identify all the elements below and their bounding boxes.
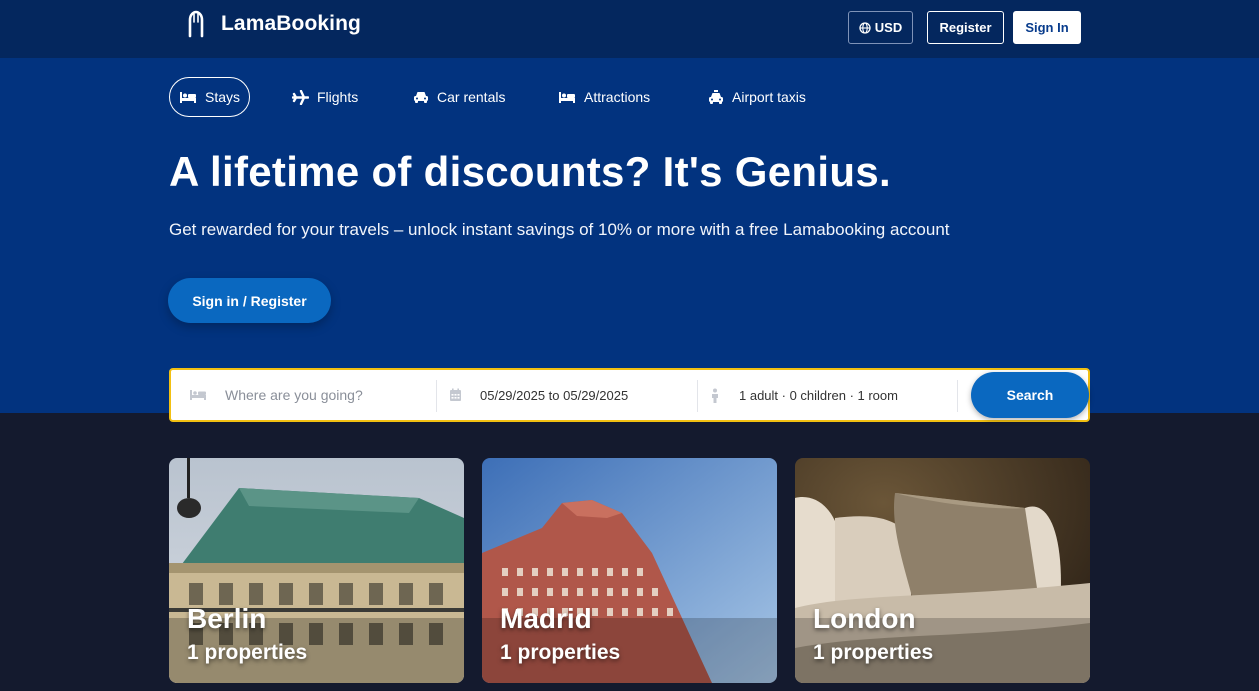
- occupancy-field[interactable]: 1 adult · 0 children · 1 room: [711, 379, 951, 411]
- hero-subtitle: Get rewarded for your travels – unlock i…: [169, 220, 950, 239]
- nav-item-car-rentals[interactable]: Car rentals: [413, 77, 505, 117]
- city-properties-count: 1 properties: [500, 641, 621, 664]
- nav-item-label: Airport taxis: [732, 89, 806, 105]
- bed-icon: [189, 389, 207, 401]
- city-name: London: [813, 603, 916, 634]
- city-name: Berlin: [187, 603, 267, 634]
- calendar-icon: [449, 388, 462, 402]
- city-card-berlin[interactable]: Berlin 1 properties: [169, 458, 464, 683]
- bed-icon: [558, 91, 576, 104]
- city-name: Madrid: [500, 603, 592, 634]
- nav-item-airport-taxis[interactable]: Airport taxis: [708, 77, 806, 117]
- search-bar: 05/29/2025 to 05/29/2025 1 adult · 0 chi…: [169, 368, 1090, 422]
- lama-logo-icon: [188, 10, 204, 38]
- bed-icon: [179, 91, 197, 104]
- globe-icon: [859, 21, 871, 34]
- nav-item-flights[interactable]: Flights: [292, 77, 358, 117]
- date-range-field[interactable]: 05/29/2025 to 05/29/2025: [449, 379, 689, 411]
- currency-label: USD: [874, 20, 903, 35]
- hero-title: A lifetime of discounts? It's Genius.: [169, 148, 891, 195]
- taxi-icon: [708, 89, 724, 105]
- occupancy-value: 1 adult · 0 children · 1 room: [739, 387, 898, 403]
- logo-text: LamaBooking: [221, 12, 361, 35]
- search-button[interactable]: Search: [971, 372, 1089, 418]
- nav-item-label: Car rentals: [437, 89, 506, 105]
- city-properties-count: 1 properties: [813, 641, 934, 664]
- sign-in-button[interactable]: Sign In: [1013, 11, 1081, 44]
- car-icon: [413, 90, 429, 104]
- search-divider: [957, 380, 958, 412]
- register-button[interactable]: Register: [927, 11, 1004, 44]
- city-card-madrid[interactable]: Madrid 1 properties: [482, 458, 777, 683]
- nav-item-attractions[interactable]: Attractions: [558, 77, 650, 117]
- destination-input[interactable]: [225, 387, 425, 403]
- nav-item-label: Attractions: [584, 89, 651, 105]
- currency-button[interactable]: USD: [848, 11, 913, 44]
- logo[interactable]: LamaBooking: [186, 10, 361, 38]
- city-properties-count: 1 properties: [187, 641, 308, 664]
- nav-item-label: Stays: [205, 89, 241, 105]
- destination-field[interactable]: [189, 379, 435, 411]
- search-divider: [436, 380, 437, 412]
- nav-item-label: Flights: [317, 89, 359, 105]
- date-range-value: 05/29/2025 to 05/29/2025: [480, 387, 629, 403]
- sign-in-register-button[interactable]: Sign in / Register: [168, 278, 331, 323]
- search-divider: [697, 380, 698, 412]
- city-card-london[interactable]: London 1 properties: [795, 458, 1090, 683]
- person-icon: [711, 388, 719, 403]
- nav-item-stays[interactable]: Stays: [169, 77, 251, 117]
- plane-icon: [292, 89, 309, 105]
